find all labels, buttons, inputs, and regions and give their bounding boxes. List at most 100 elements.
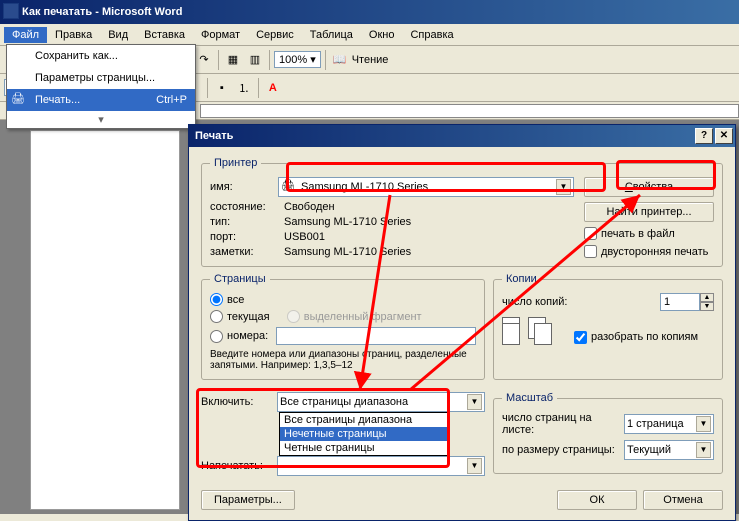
scale-to-dropdown[interactable]: Текущий ▼ (624, 440, 714, 460)
document-page[interactable] (30, 130, 180, 510)
reading-icon[interactable]: 📖 (330, 50, 350, 70)
print-what-dropdown[interactable]: ▼ (277, 456, 485, 476)
chevron-down-icon: ▼ (467, 394, 482, 410)
dialog-title: Печать (195, 125, 233, 147)
copies-legend: Копии (502, 273, 541, 285)
font-color-icon[interactable]: A (263, 78, 283, 98)
menu-insert[interactable]: Вставка (136, 27, 193, 43)
pages-groupbox: Страницы все текущая выделенный фрагмент… (201, 273, 485, 380)
type-label: тип: (210, 216, 284, 228)
cancel-button[interactable]: Отмена (643, 490, 723, 510)
print-dialog: Печать ? ✕ Принтер имя: 🖨 Samsung ML-171… (188, 124, 736, 521)
chevron-down-icon: ▼ (467, 458, 482, 474)
menu-edit[interactable]: Правка (47, 27, 100, 43)
title-bar: Как печатать - Microsoft Word (0, 0, 739, 24)
include-option-odd[interactable]: Нечетные страницы (280, 427, 448, 441)
properties-button[interactable]: Свойства (584, 177, 714, 197)
include-option-even[interactable]: Четные страницы (280, 441, 448, 455)
chevron-down-icon: ▼ (696, 442, 711, 458)
menu-view[interactable]: Вид (100, 27, 136, 43)
notes-value: Samsung ML-1710 Series (284, 246, 574, 258)
scale-groupbox: Масштаб число страниц на листе: 1 страни… (493, 392, 723, 474)
status-label: состояние: (210, 201, 284, 213)
reading-label[interactable]: Чтение (352, 54, 389, 66)
include-dropdown[interactable]: Все страницы диапазона ▼ (277, 392, 485, 412)
pages-current-radio[interactable] (210, 310, 223, 323)
scale-to-label: по размеру страницы: (502, 444, 624, 456)
pages-hint: Введите номера или диапазоны страниц, ра… (210, 349, 476, 371)
pages-numbers-radio[interactable] (210, 330, 223, 343)
dialog-title-bar[interactable]: Печать ? ✕ (189, 125, 735, 147)
word-app-icon (3, 3, 19, 19)
menu-file[interactable]: Файл (4, 27, 47, 43)
print-label: Печать... (35, 94, 80, 106)
copies-down-icon[interactable]: ▼ (700, 302, 714, 311)
include-option-all[interactable]: Все страницы диапазона (280, 413, 448, 427)
pages-legend: Страницы (210, 273, 270, 285)
ok-button[interactable]: ОК (557, 490, 637, 510)
printer-legend: Принтер (210, 157, 261, 169)
type-value: Samsung ML-1710 Series (284, 216, 574, 228)
printer-small-icon: 🖨 (281, 179, 297, 195)
pages-numbers-input[interactable] (276, 327, 476, 345)
menu-expand-icon[interactable]: ▾ (7, 111, 195, 128)
file-menu-print[interactable]: 🖨 Печать... Ctrl+P (7, 89, 195, 111)
copies-input[interactable] (660, 293, 700, 311)
zoom-dropdown[interactable]: 100% ▾ (274, 51, 321, 68)
duplex-checkbox[interactable] (584, 245, 597, 258)
printer-name-dropdown[interactable]: 🖨 Samsung ML-1710 Series ▼ (278, 177, 574, 197)
page-setup-label: Параметры страницы... (35, 72, 155, 84)
bullets-icon[interactable]: ▪ (212, 78, 232, 98)
include-value: Все страницы диапазона (280, 396, 408, 408)
copies-label: число копий: (502, 296, 567, 308)
status-value: Свободен (284, 201, 574, 213)
copies-groupbox: Копии число копий: ▲ ▼ (493, 273, 723, 380)
print-to-file-label: печать в файл (601, 228, 675, 240)
redo-icon[interactable]: ↷ (194, 50, 214, 70)
scale-legend: Масштаб (502, 392, 557, 404)
print-shortcut: Ctrl+P (156, 94, 187, 106)
include-dropdown-list: Все страницы диапазона Нечетные страницы… (279, 412, 449, 456)
print-to-file-checkbox[interactable] (584, 227, 597, 240)
table-icon[interactable]: ▦ (223, 50, 243, 70)
include-label: Включить: (201, 396, 277, 408)
dialog-help-button[interactable]: ? (695, 128, 713, 144)
duplex-label: двусторонняя печать (601, 246, 708, 258)
file-menu-save-as[interactable]: Сохранить как... (7, 45, 195, 67)
find-printer-button[interactable]: Найти принтер... (584, 202, 714, 222)
menu-format[interactable]: Формат (193, 27, 248, 43)
pps-dropdown[interactable]: 1 страница ▼ (624, 414, 714, 434)
dialog-close-button[interactable]: ✕ (715, 128, 733, 144)
numbering-icon[interactable]: ⒈ (234, 78, 254, 98)
pages-all-radio[interactable] (210, 293, 223, 306)
copies-up-icon[interactable]: ▲ (700, 293, 714, 302)
printer-groupbox: Принтер имя: 🖨 Samsung ML-1710 Series ▼ … (201, 157, 723, 267)
printer-icon: 🖨 (11, 92, 27, 108)
window-title: Как печатать - Microsoft Word (22, 6, 182, 18)
file-dropdown-menu: Сохранить как... Параметры страницы... 🖨… (6, 44, 196, 129)
pages-numbers-label: номера: (227, 330, 268, 342)
options-button[interactable]: Параметры... (201, 490, 295, 510)
pages-current-label: текущая (227, 311, 270, 323)
pps-value: 1 страница (627, 418, 684, 430)
collate-checkbox[interactable] (574, 331, 587, 344)
menu-window[interactable]: Окно (361, 27, 403, 43)
chevron-down-icon: ▼ (556, 179, 571, 195)
file-menu-page-setup[interactable]: Параметры страницы... (7, 67, 195, 89)
chevron-down-icon: ▼ (696, 416, 711, 432)
print-what-label: Напечатать: (201, 460, 277, 472)
columns-icon[interactable]: ▥ (245, 50, 265, 70)
port-label: порт: (210, 231, 284, 243)
menu-help[interactable]: Справка (402, 27, 461, 43)
notes-label: заметки: (210, 246, 284, 258)
printer-name-label: имя: (210, 181, 278, 193)
menu-service[interactable]: Сервис (248, 27, 302, 43)
pages-all-label: все (227, 294, 244, 306)
pps-label: число страниц на листе: (502, 412, 624, 436)
collate-label: разобрать по копиям (591, 331, 698, 343)
save-as-label: Сохранить как... (35, 50, 118, 62)
printer-name-value: Samsung ML-1710 Series (301, 181, 428, 193)
menu-table[interactable]: Таблица (302, 27, 361, 43)
pages-selection-radio (287, 310, 300, 323)
port-value: USB001 (284, 231, 574, 243)
